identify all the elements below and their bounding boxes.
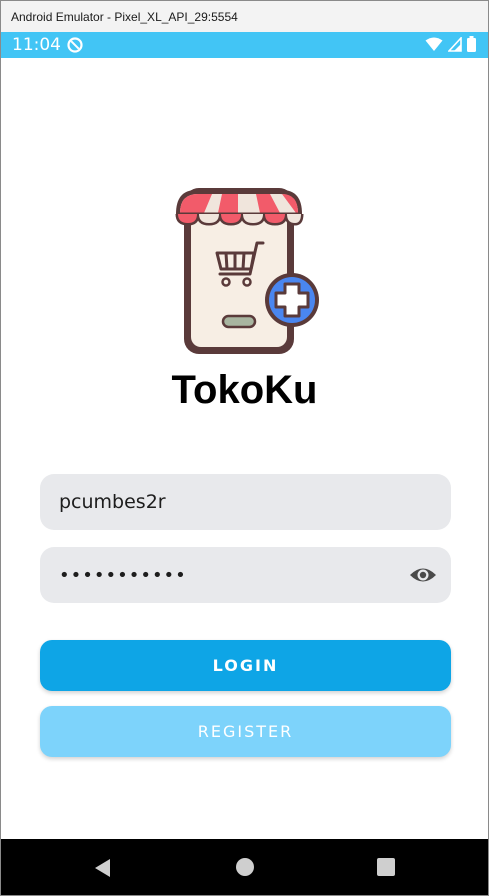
eye-icon[interactable] [409,563,437,587]
status-time: 11:04 [12,35,61,55]
password-field[interactable] [40,547,451,603]
status-icons [425,36,476,52]
wifi-icon [425,37,443,51]
emulator-frame: Android Emulator - Pixel_XL_API_29:5554 … [0,0,489,896]
username-field[interactable] [40,474,451,530]
shop-cart-add-icon [175,188,319,354]
signal-icon [448,36,462,52]
status-bar: 11:04 [1,32,488,58]
password-input[interactable] [59,547,399,603]
username-input[interactable] [59,474,399,530]
login-button[interactable]: LOGIN [40,640,451,691]
window-titlebar: Android Emulator - Pixel_XL_API_29:5554 [1,1,488,32]
back-icon[interactable] [94,858,112,878]
app-title: TokoKu [171,368,318,412]
app-screen: TokoKu LOGIN REGISTER [1,58,488,839]
home-icon[interactable] [236,858,254,876]
navigation-bar [1,839,488,895]
window-title: Android Emulator - Pixel_XL_API_29:5554 [11,10,238,24]
recents-icon[interactable] [377,858,395,876]
register-button[interactable]: REGISTER [40,706,451,757]
sync-icon [67,37,83,53]
battery-icon [467,36,476,52]
